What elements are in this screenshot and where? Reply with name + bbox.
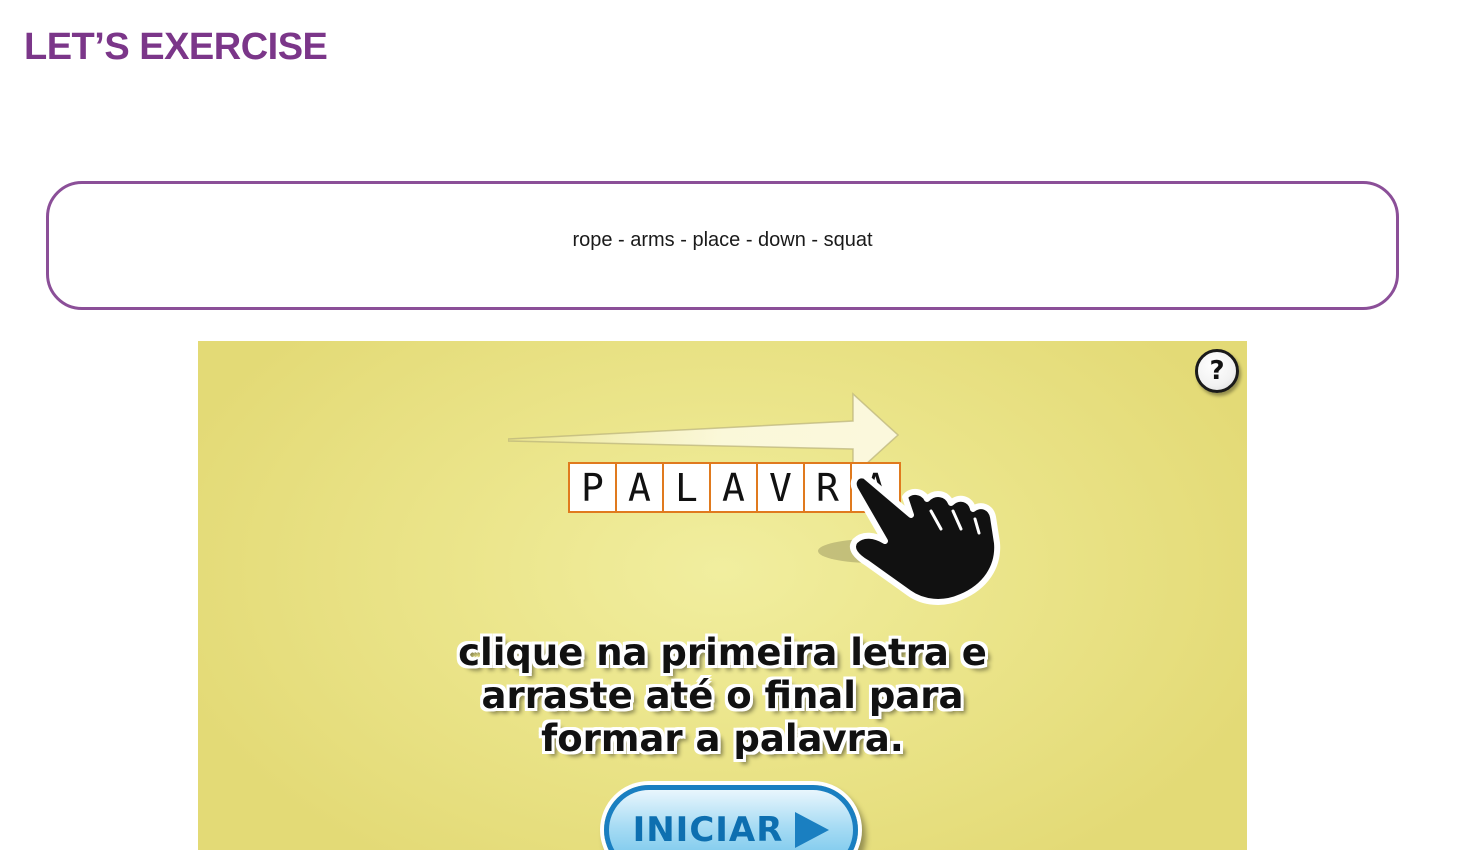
instruction-line: formar a palavra. bbox=[541, 717, 904, 760]
demo-letter: A bbox=[711, 464, 758, 511]
demo-letter: P bbox=[570, 464, 617, 511]
demo-letter: A bbox=[617, 464, 664, 511]
word-game-frame[interactable]: ? P A L A V R A clique na primeira letra… bbox=[198, 341, 1247, 850]
start-button[interactable]: INICIAR bbox=[604, 785, 858, 850]
instruction-text: clique na primeira letra e arraste até o… bbox=[198, 631, 1247, 760]
question-icon: ? bbox=[1209, 356, 1225, 386]
page-title: LET’S EXERCISE bbox=[24, 26, 328, 68]
play-icon bbox=[795, 812, 830, 848]
arrow-right-icon bbox=[508, 392, 900, 471]
instruction-line: clique na primeira letra e bbox=[458, 631, 987, 674]
demo-letter: L bbox=[664, 464, 711, 511]
instruction-line: arraste até o final para bbox=[481, 674, 964, 717]
demo-letter: V bbox=[758, 464, 805, 511]
start-button-label: INICIAR bbox=[632, 810, 784, 850]
word-bank-box: rope - arms - place - down - squat bbox=[46, 181, 1399, 310]
hand-pointer-icon bbox=[818, 472, 1001, 605]
help-button[interactable]: ? bbox=[1195, 349, 1239, 393]
word-bank-text: rope - arms - place - down - squat bbox=[572, 229, 873, 251]
